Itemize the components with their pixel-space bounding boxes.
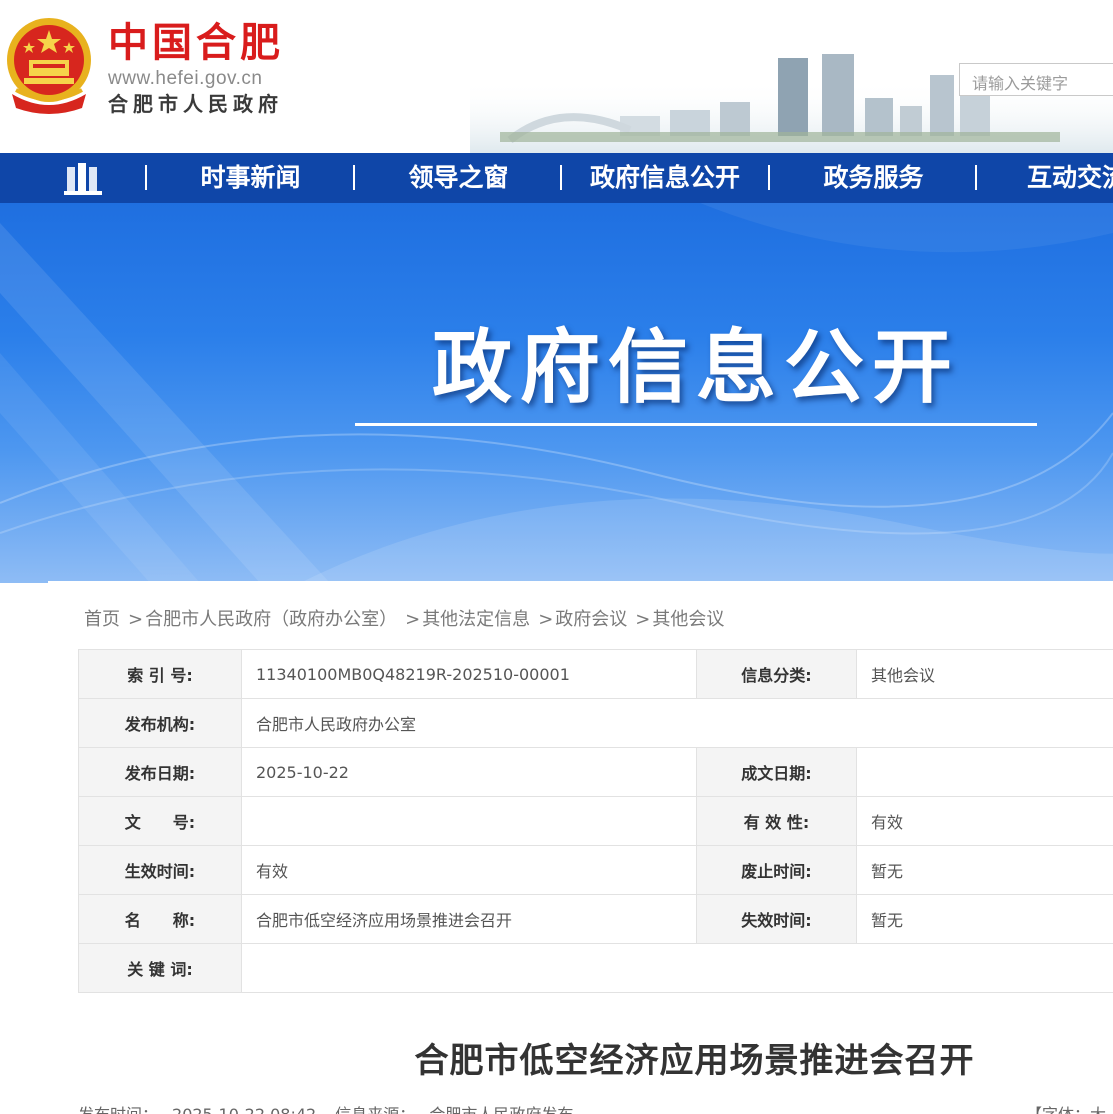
abolish-time-label: 废止时间: (696, 845, 857, 895)
logo-title: 中国合肥 (108, 20, 284, 66)
breadcrumb-other-legal-info[interactable]: 其他法定信息 (422, 609, 530, 630)
nav-item-gov-info[interactable]: 政府信息公开 (570, 153, 760, 203)
table-row: 名 称: 合肥市低空经济应用场景推进会召开 失效时间: 暂无 (78, 894, 1113, 944)
info-metadata-table: 索 引 号: 11340100MB0Q48219R-202510-00001 信… (78, 649, 1113, 993)
publish-time-value: 2025-10-22 08:42 (172, 1105, 316, 1114)
breadcrumb-other-meetings[interactable]: 其他会议 (652, 609, 724, 630)
site-logo[interactable]: 中国合肥 www.hefei.gov.cn 合肥市人民政府 (108, 20, 284, 116)
home-icon[interactable] (64, 161, 104, 195)
banner-underline (355, 423, 1037, 426)
name-value: 合肥市低空经济应用场景推进会召开 (241, 894, 697, 944)
table-row: 发布日期: 2025-10-22 成文日期: (78, 747, 1113, 797)
document-number-value (241, 796, 697, 846)
publish-time-label: 发布时间： (78, 1105, 158, 1114)
publisher-label: 发布机构: (78, 698, 242, 748)
table-row: 关 键 词: (78, 943, 1113, 993)
index-number-label: 索 引 号: (78, 649, 242, 699)
font-size-control[interactable]: 【字体：大 (1026, 1101, 1106, 1114)
nav-divider (975, 165, 977, 190)
article-meta: 发布时间： 2025-10-22 08:42 信息来源： 合肥市人民政府发布 (78, 1101, 587, 1114)
search-input[interactable]: 请输入关键字 (959, 63, 1113, 96)
national-emblem-icon[interactable] (2, 16, 96, 116)
breadcrumb-separator: > (635, 609, 651, 630)
breadcrumb-separator: > (128, 609, 144, 630)
breadcrumb: 首页 > 合肥市人民政府（政府办公室） > 其他法定信息 > 政府会议 > 其他会议 (84, 605, 726, 631)
nav-divider (353, 165, 355, 190)
breadcrumb-home[interactable]: 首页 (84, 609, 120, 630)
document-number-label: 文 号: (78, 796, 242, 846)
site-header: 中国合肥 www.hefei.gov.cn 合肥市人民政府 请输入关键字 (0, 0, 1113, 153)
validity-label: 有 效 性: (696, 796, 857, 846)
logo-subtitle: 合肥市人民政府 (108, 92, 283, 116)
article-title: 合肥市低空经济应用场景推进会召开 (414, 1041, 975, 1081)
nav-item-services[interactable]: 政务服务 (780, 153, 967, 203)
nav-item-interaction[interactable]: 互动交流 (1027, 153, 1113, 203)
index-number-value: 11340100MB0Q48219R-202510-00001 (241, 649, 697, 699)
banner-title: 政府信息公开 (432, 321, 960, 414)
section-banner: 政府信息公开 (0, 203, 1113, 583)
logo-url: www.hefei.gov.cn (108, 68, 263, 89)
source-value: 合肥市人民政府发布 (429, 1105, 573, 1114)
nav-divider (768, 165, 770, 190)
table-row: 发布机构: 合肥市人民政府办公室 (78, 698, 1113, 748)
abolish-time-value: 暂无 (856, 845, 1113, 895)
nav-item-leaders[interactable]: 领导之窗 (365, 153, 552, 203)
breadcrumb-separator: > (538, 609, 554, 630)
breadcrumb-city-gov[interactable]: 合肥市人民政府（政府办公室） (145, 609, 397, 630)
publisher-value: 合肥市人民政府办公室 (241, 698, 1113, 748)
category-value: 其他会议 (856, 649, 1113, 699)
publish-date-label: 发布日期: (78, 747, 242, 797)
table-row: 索 引 号: 11340100MB0Q48219R-202510-00001 信… (78, 649, 1113, 699)
nav-divider (560, 165, 562, 190)
effective-time-value: 有效 (241, 845, 697, 895)
validity-value: 有效 (856, 796, 1113, 846)
effective-time-label: 生效时间: (78, 845, 242, 895)
publish-date-value: 2025-10-22 (241, 747, 697, 797)
nav-divider (145, 165, 147, 190)
expire-time-value: 暂无 (856, 894, 1113, 944)
content-card: 首页 > 合肥市人民政府（政府办公室） > 其他法定信息 > 政府会议 > 其他会议 索 引 号… (48, 581, 1113, 1114)
document-date-label: 成文日期: (696, 747, 857, 797)
category-label: 信息分类: (696, 649, 857, 699)
breadcrumb-separator: > (405, 609, 421, 630)
document-date-value (856, 747, 1113, 797)
nav-item-news[interactable]: 时事新闻 (157, 153, 344, 203)
table-row: 文 号: 有 效 性: 有效 (78, 796, 1113, 846)
name-label: 名 称: (78, 894, 242, 944)
table-row: 生效时间: 有效 废止时间: 暂无 (78, 845, 1113, 895)
breadcrumb-gov-meetings[interactable]: 政府会议 (555, 609, 627, 630)
expire-time-label: 失效时间: (696, 894, 857, 944)
source-label: 信息来源： (335, 1105, 415, 1114)
main-nav: 时事新闻 领导之窗 政府信息公开 政务服务 互动交流 (0, 153, 1113, 203)
keywords-label: 关 键 词: (78, 943, 242, 993)
keywords-value (241, 943, 1113, 993)
